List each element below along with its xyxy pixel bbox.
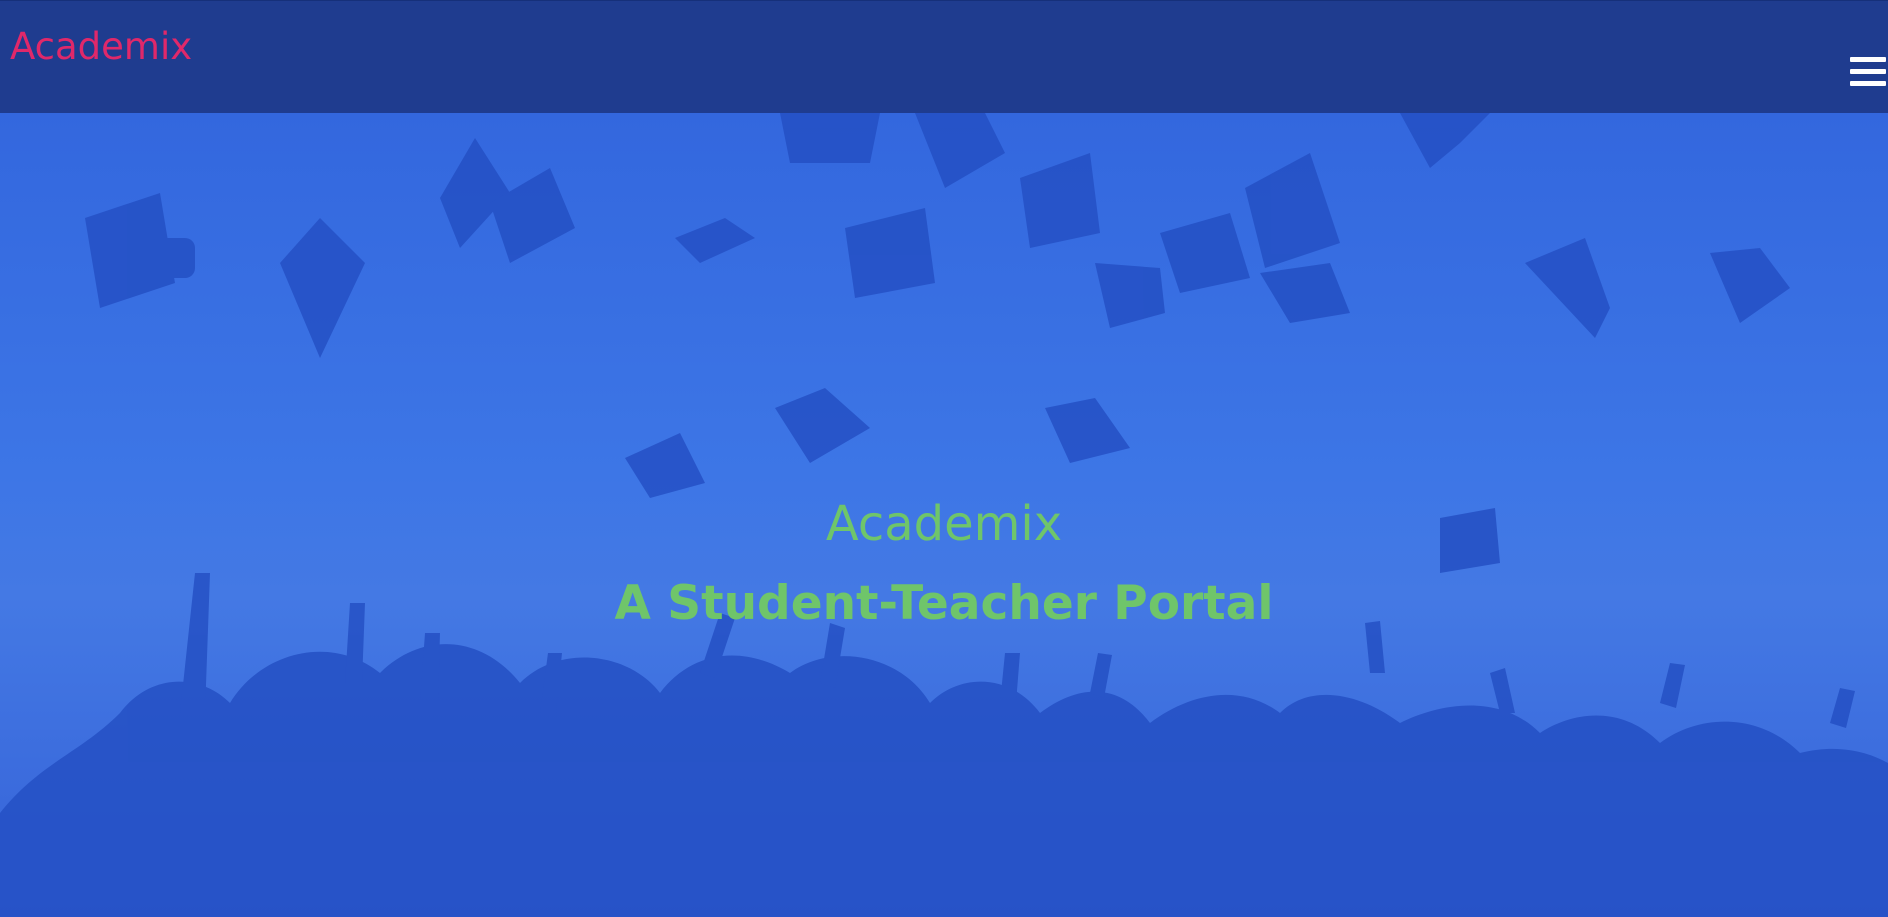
graduation-cap-shape bbox=[1525, 238, 1610, 338]
graduation-cap-shape bbox=[1095, 263, 1165, 328]
graduation-cap-shape bbox=[85, 193, 195, 308]
graduation-cap-shape bbox=[1400, 113, 1490, 168]
graduation-cap-shape bbox=[1020, 153, 1100, 248]
graduation-cap-shape bbox=[915, 113, 1005, 188]
graduation-cap-shape bbox=[1260, 263, 1350, 323]
graduation-cap-shape bbox=[625, 433, 705, 498]
graduation-cap-shape bbox=[775, 388, 870, 463]
graduation-cap-shape bbox=[675, 218, 755, 263]
navbar: Academix bbox=[0, 0, 1888, 113]
hero-title: Academix bbox=[825, 496, 1063, 552]
brand-logo-link[interactable]: Academix bbox=[10, 25, 192, 68]
hamburger-menu-icon[interactable] bbox=[1850, 57, 1886, 89]
graduation-cap-shape bbox=[1160, 213, 1250, 293]
graduation-cap-shape bbox=[1710, 248, 1790, 323]
graduation-cap-shape bbox=[280, 218, 365, 358]
graduation-cap-shape bbox=[845, 208, 935, 298]
graduates-crowd-shape bbox=[0, 644, 1888, 917]
graduation-cap-shape bbox=[1245, 153, 1340, 268]
graduation-cap-shape bbox=[780, 113, 880, 163]
hero-subtitle: A Student-Teacher Portal bbox=[614, 576, 1274, 631]
hero-section: Academix A Student-Teacher Portal bbox=[0, 113, 1888, 917]
graduation-cap-shape bbox=[1045, 398, 1130, 463]
